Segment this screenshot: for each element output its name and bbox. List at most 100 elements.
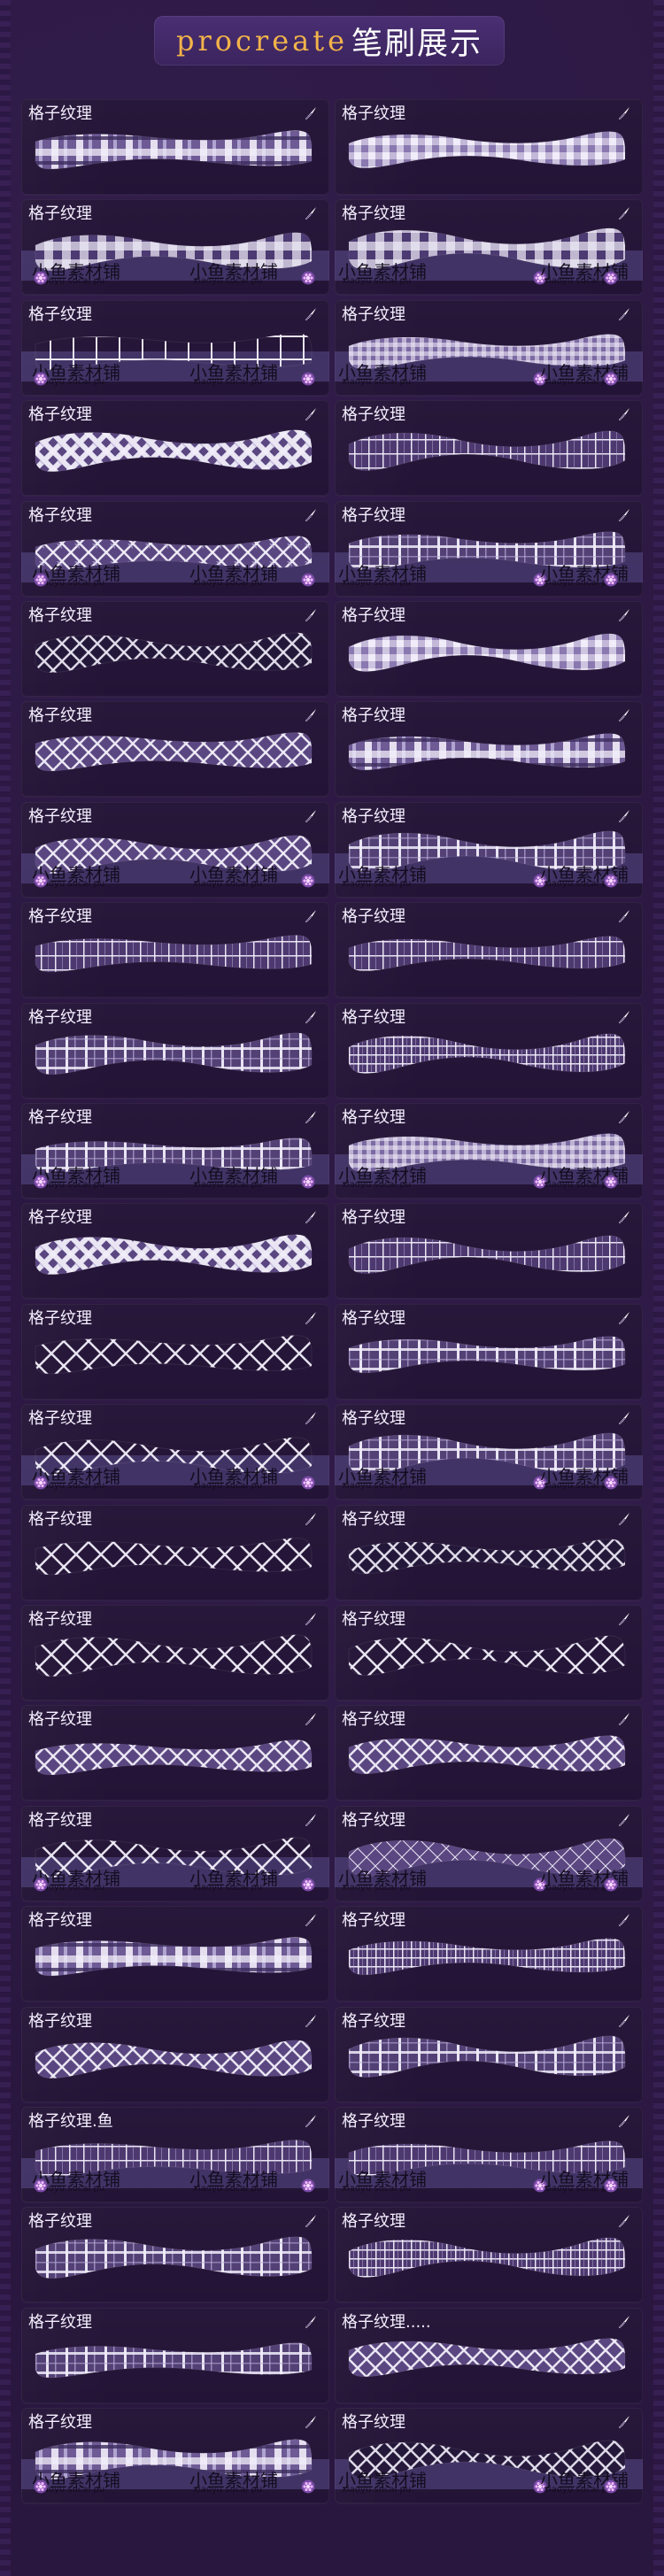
- flower-seal-icon: [301, 2179, 315, 2193]
- brush-preview-card[interactable]: 格子纹理 小鱼素材铺 xiaoyu sucai pu 小鱼素材铺 xiaoyu suca…: [21, 199, 329, 296]
- brush-preview-card[interactable]: 格子纹理 小鱼素材铺 xiaoyu sucai pu 小鱼素材铺 xiaoyu suca…: [335, 500, 643, 597]
- brush-preview-card[interactable]: 格子纹理: [21, 1906, 329, 2002]
- brush-preview-card[interactable]: 格子纹理: [21, 1504, 329, 1600]
- left-border-strip: [0, 0, 11, 2576]
- brush-preview-card[interactable]: 格子纹理: [335, 1705, 643, 1801]
- brush-preview-card[interactable]: 格子纹理 小鱼素材铺 xiaoyu sucai pu 小鱼素材铺 xiaoyu suca…: [335, 2107, 643, 2202]
- brush-preview-card[interactable]: 格子纹理: [21, 1705, 329, 1801]
- brush-preview-card[interactable]: 格子纹理: [335, 2006, 643, 2102]
- brush-preview-card[interactable]: 格子纹理 小鱼素材铺 xiaoyu sucai pu 小鱼素材铺 xiaoyu suca…: [21, 1404, 329, 1500]
- quill-icon: [616, 306, 632, 322]
- brush-preview-card[interactable]: 格子纹理: [335, 902, 643, 999]
- brush-preview-card[interactable]: 格子纹理: [21, 601, 329, 697]
- quill-icon: [616, 1812, 632, 1828]
- brush-preview-card[interactable]: 格子纹理.....: [335, 2307, 643, 2403]
- brush-preview-card[interactable]: 格子纹理 小鱼素材铺 xiaoyu sucai pu 小鱼素材铺 xiaoyu suca…: [21, 801, 329, 898]
- brush-preview-card[interactable]: 格子纹理: [21, 701, 329, 798]
- pattern-stroke: [349, 734, 625, 771]
- brush-stroke-preview: [340, 1028, 634, 1083]
- brush-label: 格子纹理: [342, 1710, 405, 1730]
- brush-preview-card[interactable]: 格子纹理: [335, 1002, 643, 1099]
- brush-preview-card[interactable]: 格子纹理: [21, 1203, 329, 1300]
- pattern-stroke: [35, 632, 312, 673]
- brush-preview-card[interactable]: 格子纹理: [21, 2006, 329, 2102]
- brush-label: 格子纹理: [28, 505, 92, 525]
- pattern-stroke: [349, 1236, 625, 1274]
- brush-preview-card[interactable]: 格子纹理: [21, 99, 329, 195]
- brush-preview-card[interactable]: 格子纹理 小鱼素材铺 xiaoyu sucai pu 小鱼素材铺 xiaoyu suca…: [335, 801, 643, 898]
- brush-preview-card[interactable]: 格子纹理: [21, 1303, 329, 1400]
- brush-preview-card[interactable]: 格子纹理: [335, 1303, 643, 1400]
- watermark-subtext: xiaoyu sucai pu: [544, 1481, 614, 1492]
- page-title: procreate 笔刷展示: [154, 16, 505, 66]
- right-border-strip: [653, 0, 664, 2576]
- quill-icon: [616, 1109, 632, 1125]
- quill-icon: [303, 2013, 319, 2029]
- watermark-subtext: xiaoyu sucai pu: [342, 878, 412, 889]
- flower-seal-icon: [34, 1476, 48, 1490]
- flower-seal-icon: [34, 2480, 48, 2494]
- brush-preview-card[interactable]: 格子纹理: [335, 1203, 643, 1300]
- brush-label: 格子纹理: [28, 2212, 92, 2232]
- brush-preview-card[interactable]: 格子纹理 小鱼素材铺 xiaoyu sucai pu 小鱼素材铺 xiaoyu suca…: [335, 199, 643, 296]
- flower-seal-icon: [604, 2480, 618, 2494]
- brush-label: 格子纹理: [28, 204, 92, 224]
- brush-preview-card[interactable]: 格子纹理: [335, 1906, 643, 2002]
- brush-preview-card[interactable]: 格子纹理 小鱼素材铺 xiaoyu sucai pu 小鱼素材铺 xiaoyu suca…: [21, 2408, 329, 2504]
- title-latin: procreate: [175, 24, 349, 58]
- watermark-subtext: xiaoyu sucai pu: [342, 1882, 412, 1893]
- watermark-subtext: xiaoyu sucai pu: [193, 1882, 263, 1893]
- quill-icon: [616, 1009, 632, 1025]
- quill-icon: [303, 2314, 319, 2330]
- brush-stroke-preview: [27, 1931, 320, 1986]
- brush-preview-card[interactable]: 格子纹理: [21, 2207, 329, 2303]
- brush-preview-card[interactable]: 格子纹理: [335, 2207, 643, 2303]
- brush-preview-card[interactable]: 格子纹理: [335, 601, 643, 697]
- brush-stroke-preview: [27, 2232, 320, 2287]
- brush-stroke-preview: [340, 1530, 634, 1585]
- brush-preview-card[interactable]: 格子纹理 小鱼素材铺 xiaoyu sucai pu 小鱼素材铺 xiaoyu suca…: [335, 1404, 643, 1500]
- quill-icon: [303, 1310, 319, 1326]
- brush-label: 格子纹理: [342, 1810, 405, 1830]
- quill-icon: [616, 2314, 632, 2330]
- brush-preview-card[interactable]: 格子纹理: [335, 1504, 643, 1600]
- brush-preview-card[interactable]: 格子纹理: [21, 1002, 329, 1099]
- brush-preview-card[interactable]: 格子纹理: [21, 1605, 329, 1701]
- brush-preview-card[interactable]: 格子纹理 小鱼素材铺 xiaoyu sucai pu 小鱼素材铺 xiaoyu suca…: [21, 1805, 329, 1901]
- brush-preview-card[interactable]: 格子纹理: [21, 2307, 329, 2403]
- brush-preview-card[interactable]: 格子纹理 小鱼素材铺 xiaoyu sucai pu 小鱼素材铺 xiaoyu suca…: [21, 299, 329, 396]
- pattern-stroke: [35, 1739, 312, 1776]
- quill-icon: [616, 908, 632, 924]
- quill-icon: [303, 406, 319, 422]
- pattern-stroke: [349, 1033, 625, 1074]
- brush-preview-card[interactable]: 格子纹理: [335, 400, 643, 497]
- brush-preview-card[interactable]: 格子纹理 小鱼素材铺 xiaoyu sucai pu 小鱼素材铺 xiaoyu suca…: [335, 299, 643, 396]
- brush-label: 格子纹理: [342, 204, 405, 224]
- brush-preview-card[interactable]: 格子纹理 小鱼素材铺 xiaoyu sucai pu 小鱼素材铺 xiaoyu suca…: [21, 1103, 329, 1199]
- brush-preview-card[interactable]: 格子纹理: [335, 1605, 643, 1701]
- brush-stroke-preview: [27, 2032, 320, 2086]
- brush-stroke-preview: [340, 927, 634, 982]
- brush-preview-card[interactable]: 格子纹理 小鱼素材铺 xiaoyu sucai pu 小鱼素材铺 xiaoyu suca…: [335, 2408, 643, 2504]
- brush-preview-card[interactable]: 格子纹理 小鱼素材铺 xiaoyu sucai pu 小鱼素材铺 xiaoyu suca…: [335, 1103, 643, 1199]
- brush-label: 格子纹理: [342, 104, 405, 123]
- brush-label: 格子纹理: [342, 606, 405, 625]
- brush-label: 格子纹理: [28, 1409, 92, 1429]
- brush-preview-card[interactable]: 格子纹理.鱼 小鱼素材铺 xiaoyu sucai pu 小鱼素材铺 xiaoyu su…: [21, 2107, 329, 2202]
- flower-seal-icon: [34, 573, 48, 587]
- quill-icon: [303, 1711, 319, 1727]
- brush-preview-card[interactable]: 格子纹理: [21, 902, 329, 999]
- watermark-subtext: xiaoyu sucai pu: [342, 276, 412, 287]
- brush-preview-card[interactable]: 格子纹理 小鱼素材铺 xiaoyu sucai pu 小鱼素材铺 xiaoyu suca…: [335, 1805, 643, 1901]
- brush-label: 格子纹理: [342, 1108, 405, 1127]
- brush-stroke-preview: [27, 425, 320, 480]
- brush-label: 格子纹理: [28, 1710, 92, 1730]
- brush-label: 格子纹理: [342, 1208, 405, 1228]
- brush-preview-card[interactable]: 格子纹理 小鱼素材铺 xiaoyu sucai pu 小鱼素材铺 xiaoyu suca…: [21, 500, 329, 597]
- brush-preview-card[interactable]: 格子纹理: [335, 701, 643, 798]
- brush-preview-card[interactable]: 格子纹理: [335, 99, 643, 195]
- brush-label: 格子纹理: [342, 505, 405, 525]
- brush-label: 格子纹理: [342, 305, 405, 324]
- brush-preview-card[interactable]: 格子纹理: [21, 400, 329, 497]
- watermark-subtext: xiaoyu sucai pu: [544, 2485, 614, 2495]
